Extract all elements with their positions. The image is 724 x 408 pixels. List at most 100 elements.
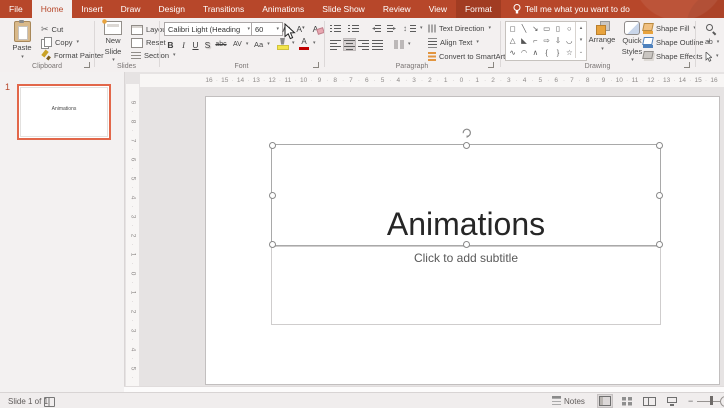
- change-case-button[interactable]: Aa ▾: [254, 38, 270, 51]
- slide-sorter-view-button[interactable]: [619, 394, 635, 408]
- zoom-out-button[interactable]: −: [688, 393, 693, 408]
- copy-button[interactable]: Copy ▾: [41, 36, 79, 49]
- font-color-icon: A: [299, 37, 309, 50]
- strikethrough-button[interactable]: abc: [213, 38, 229, 51]
- paste-button[interactable]: Paste ▾: [8, 20, 36, 60]
- ruler-tick: ·: [310, 77, 313, 84]
- resize-handle-nw[interactable]: [269, 142, 276, 149]
- notes-icon: [552, 396, 561, 406]
- ruler-number: 10: [615, 77, 623, 84]
- shape-icon[interactable]: ╲: [522, 25, 527, 33]
- tab-draw[interactable]: Draw: [112, 0, 150, 18]
- text-direction-button[interactable]: Text Direction ▾: [428, 22, 491, 35]
- numbering-button[interactable]: [347, 22, 360, 35]
- tab-review[interactable]: Review: [374, 0, 420, 18]
- tab-design[interactable]: Design: [150, 0, 194, 18]
- tell-me-box[interactable]: Tell me what you want to do: [501, 0, 630, 18]
- font-color-button[interactable]: A ▾: [299, 37, 316, 50]
- replace-button[interactable]: ab ▾: [705, 36, 719, 49]
- font-dialog-launcher[interactable]: [313, 62, 319, 68]
- font-group: Calibri Light (Heading▾ 60▾ A▴ A▾ A B I …: [159, 18, 324, 71]
- align-center-button[interactable]: [343, 38, 356, 51]
- normal-view-button[interactable]: [597, 394, 613, 408]
- select-button[interactable]: ▾: [705, 50, 719, 63]
- title-placeholder-selected[interactable]: Animations: [269, 128, 663, 248]
- drawing-dialog-launcher[interactable]: [684, 62, 690, 68]
- ruler-number: 4: [129, 195, 136, 200]
- ruler-tick: ·: [563, 77, 566, 84]
- shape-icon[interactable]: }: [557, 49, 560, 57]
- subtitle-placeholder-text[interactable]: Click to add subtitle: [272, 251, 660, 265]
- align-right-button[interactable]: [357, 38, 370, 51]
- slide-thumbnail[interactable]: Animations: [17, 84, 111, 140]
- tab-format[interactable]: Format: [455, 0, 501, 18]
- rotation-handle[interactable]: [461, 125, 472, 143]
- resize-handle-e[interactable]: [656, 192, 663, 199]
- spell-check-icon[interactable]: [44, 397, 55, 407]
- shape-icon[interactable]: ↘: [532, 25, 538, 33]
- shape-icon[interactable]: ⇩: [555, 37, 561, 45]
- tab-view[interactable]: View: [420, 0, 456, 18]
- shape-icon[interactable]: ◡: [566, 37, 573, 45]
- justify-button[interactable]: [371, 38, 384, 51]
- clipboard-dialog-launcher[interactable]: [84, 62, 90, 68]
- tab-animations[interactable]: Animations: [253, 0, 313, 18]
- bold-button[interactable]: B: [164, 38, 177, 51]
- resize-handle-ne[interactable]: [656, 142, 663, 149]
- increase-indent-button[interactable]: ▸: [385, 22, 398, 35]
- shape-icon[interactable]: ∿: [510, 49, 516, 57]
- shape-icon[interactable]: △: [510, 37, 516, 45]
- line-spacing-button[interactable]: ↕ ▾: [403, 22, 423, 35]
- columns-button[interactable]: ▾: [394, 38, 411, 51]
- shape-icon[interactable]: ⌐: [533, 37, 537, 45]
- ruler-tick: ·: [131, 261, 134, 267]
- slide-show-button[interactable]: [664, 394, 680, 408]
- shape-icon[interactable]: ▯: [556, 25, 560, 33]
- resize-handle-n[interactable]: [463, 142, 470, 149]
- font-size-combobox[interactable]: 60 ▾: [251, 22, 283, 36]
- character-spacing-button[interactable]: AV ▾: [233, 38, 248, 51]
- gallery-more-icon[interactable]: ⌄: [576, 46, 586, 58]
- align-center-icon: [344, 39, 355, 50]
- resize-handle-w[interactable]: [269, 192, 276, 199]
- zoom-in-button[interactable]: [720, 396, 724, 407]
- shape-icon[interactable]: ▭: [543, 25, 550, 33]
- gallery-scroll-down-icon[interactable]: ▾: [576, 34, 586, 46]
- tab-transitions[interactable]: Transitions: [194, 0, 253, 18]
- gallery-scroll-up-icon[interactable]: ▴: [576, 22, 586, 34]
- font-name-combobox[interactable]: Calibri Light (Heading ▾: [164, 22, 254, 36]
- shape-icon[interactable]: ⇨: [544, 37, 550, 45]
- reading-view-button[interactable]: [641, 394, 657, 408]
- ruler-tick: ·: [342, 77, 345, 84]
- slide-title-text[interactable]: Animations: [272, 206, 660, 243]
- tab-slide-show[interactable]: Slide Show: [313, 0, 374, 18]
- shape-icon[interactable]: ◣: [521, 37, 527, 45]
- shape-icon[interactable]: ☆: [566, 49, 573, 57]
- decrease-indent-button[interactable]: ◂: [370, 22, 383, 35]
- bullets-button[interactable]: [329, 22, 342, 35]
- cut-button[interactable]: ✂ Cut: [41, 23, 63, 36]
- zoom-slider-thumb[interactable]: [710, 396, 713, 405]
- zoom-slider-track[interactable]: [697, 400, 721, 402]
- shape-icon[interactable]: ○: [567, 25, 572, 33]
- arrange-button[interactable]: Arrange ▾: [588, 21, 616, 52]
- shape-icon[interactable]: ◠: [521, 49, 528, 57]
- shape-icon[interactable]: {: [545, 49, 548, 57]
- tab-file[interactable]: File: [0, 0, 32, 18]
- vertical-ruler: 9·8·7·6·5·4·3·2·1·0·1·2·3·4·5·6·7·8·9: [126, 84, 139, 408]
- tab-insert[interactable]: Insert: [72, 0, 111, 18]
- slide-canvas[interactable]: Click to add subtitle Animations: [205, 96, 720, 385]
- tab-home[interactable]: Home: [31, 0, 73, 18]
- align-left-button[interactable]: [329, 38, 342, 51]
- subtitle-placeholder[interactable]: Click to add subtitle: [271, 246, 661, 325]
- align-text-button[interactable]: Align Text ▾: [428, 36, 479, 49]
- notes-button[interactable]: Notes: [552, 393, 585, 408]
- shape-fill-button[interactable]: Shape Fill▾: [643, 22, 696, 35]
- find-button[interactable]: [705, 22, 716, 35]
- ruler-number: 13: [252, 77, 260, 84]
- clear-formatting-button[interactable]: A: [309, 22, 322, 35]
- paragraph-dialog-launcher[interactable]: [488, 62, 494, 68]
- shape-icon[interactable]: ∧: [533, 49, 539, 57]
- new-slide-button[interactable]: New Slide ▾: [98, 18, 128, 63]
- shape-icon[interactable]: ◻: [510, 25, 516, 33]
